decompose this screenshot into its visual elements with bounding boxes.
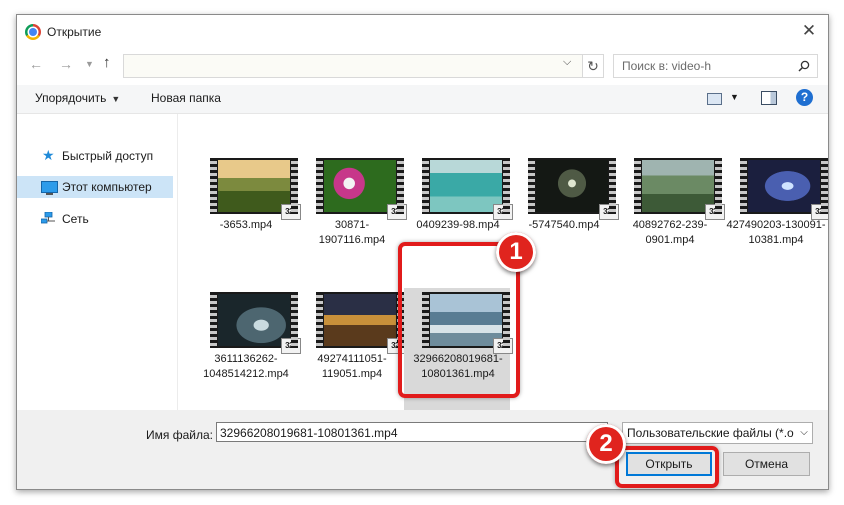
close-icon[interactable]: ✕ [798, 20, 820, 42]
file-name: 49274111051-119051.mp4 [317, 353, 387, 380]
cancel-button[interactable]: Отмена [723, 452, 810, 476]
thumbnail-image [748, 160, 820, 212]
search-icon [798, 60, 810, 72]
file-item[interactable]: 321 427490203-130091-10381.mp4 [722, 154, 828, 280]
file-item[interactable]: 321 40892762-239-0901.mp4 [616, 154, 725, 280]
command-toolbar: Упорядочить ▼ Новая папка ▼ ? [17, 85, 828, 114]
recent-locations-icon[interactable]: ▼ [85, 59, 94, 69]
search-placeholder: Поиск в: video-h [622, 59, 711, 73]
view-options-caret-icon[interactable]: ▼ [730, 92, 739, 102]
filename-label: Имя файла: [146, 428, 213, 442]
new-folder-button[interactable]: Новая папка [151, 91, 221, 105]
file-item[interactable]: 321 3611136262-1048514212.mp4 [192, 288, 301, 414]
file-item[interactable]: 321 49274111051-119051.mp4 [298, 288, 407, 414]
video-thumbnail: 321 [210, 292, 301, 354]
sidebar-item-quick-access[interactable]: ★ Быстрый доступ [17, 145, 173, 167]
video-thumbnail: 321 [740, 158, 828, 220]
filename-field[interactable]: 32966208019681-10801361.mp4 [216, 422, 608, 442]
sidebar-item-label: Быстрый доступ [62, 149, 154, 163]
file-item[interactable]: 321 30871-1907116.mp4 [298, 154, 407, 280]
title-bar: Открытие ✕ [17, 15, 828, 47]
file-name: -3653.mp4 [219, 219, 273, 231]
sidebar-item-label: Сеть [62, 212, 89, 226]
file-item[interactable]: 321 -3653.mp4 [192, 154, 301, 280]
thumbnail-image [642, 160, 714, 212]
file-name: 40892762-239-0901.mp4 [632, 219, 708, 246]
organize-button[interactable]: Упорядочить ▼ [35, 91, 120, 105]
file-name: 3611136262-1048514212.mp4 [203, 353, 289, 380]
search-input[interactable]: Поиск в: video-h [613, 54, 818, 78]
navigation-bar: ← → ▼ ↑ ⌵ ↻ Поиск в: video-h [17, 47, 828, 85]
chevron-down-icon: ⌵ [796, 423, 812, 443]
network-icon [41, 212, 55, 224]
sidebar-item-network[interactable]: Сеть [17, 208, 173, 230]
file-name: 427490203-130091-10381.mp4 [726, 219, 826, 246]
annotation-marker-1: 1 [496, 232, 536, 272]
chrome-logo-icon [25, 24, 41, 40]
file-name: -5747540.mp4 [528, 219, 600, 231]
video-thumbnail: 321 [316, 158, 407, 220]
video-thumbnail: 321 [422, 158, 513, 220]
video-thumbnail: 321 [210, 158, 301, 220]
video-thumbnail: 321 [316, 292, 407, 354]
navigation-pane: ★ Быстрый доступ Этот компьютер Сеть [17, 114, 177, 410]
file-name: 0409239-98.mp4 [416, 219, 500, 231]
thumbnail-image [324, 160, 396, 212]
back-arrow-icon[interactable]: ← [29, 56, 43, 72]
sidebar-item-label: Этот компьютер [62, 180, 152, 194]
thumbnail-image [536, 160, 608, 212]
file-type-select[interactable]: Пользовательские файлы (*.o ⌵ [622, 422, 813, 444]
help-icon[interactable]: ? [796, 89, 813, 106]
window-title: Открытие [47, 25, 102, 39]
sidebar-item-this-pc[interactable]: Этот компьютер [17, 176, 173, 198]
file-name: 30871-1907116.mp4 [318, 219, 386, 246]
file-type-value: Пользовательские файлы (*.o [627, 426, 794, 440]
preview-pane-icon[interactable] [761, 91, 777, 105]
chevron-down-icon[interactable]: ⌵ [563, 56, 571, 69]
video-thumbnail: 321 [528, 158, 619, 220]
computer-icon [41, 181, 58, 195]
address-bar[interactable] [123, 54, 583, 78]
view-mode-icon[interactable] [707, 93, 722, 105]
star-icon: ★ [42, 147, 55, 163]
thumbnail-image [218, 294, 290, 346]
forward-arrow-icon[interactable]: → [59, 56, 73, 72]
caret-down-icon: ▼ [111, 94, 121, 104]
annotation-marker-2: 2 [586, 424, 626, 464]
organize-label: Упорядочить [35, 91, 107, 105]
annotation-highlight-open-button [615, 446, 719, 488]
thumbnail-image [218, 160, 290, 212]
refresh-icon[interactable]: ↻ [583, 54, 604, 78]
thumbnail-image [430, 160, 502, 212]
thumbnail-image [324, 294, 396, 346]
up-arrow-icon[interactable]: ↑ [103, 54, 111, 71]
video-thumbnail: 321 [634, 158, 725, 220]
